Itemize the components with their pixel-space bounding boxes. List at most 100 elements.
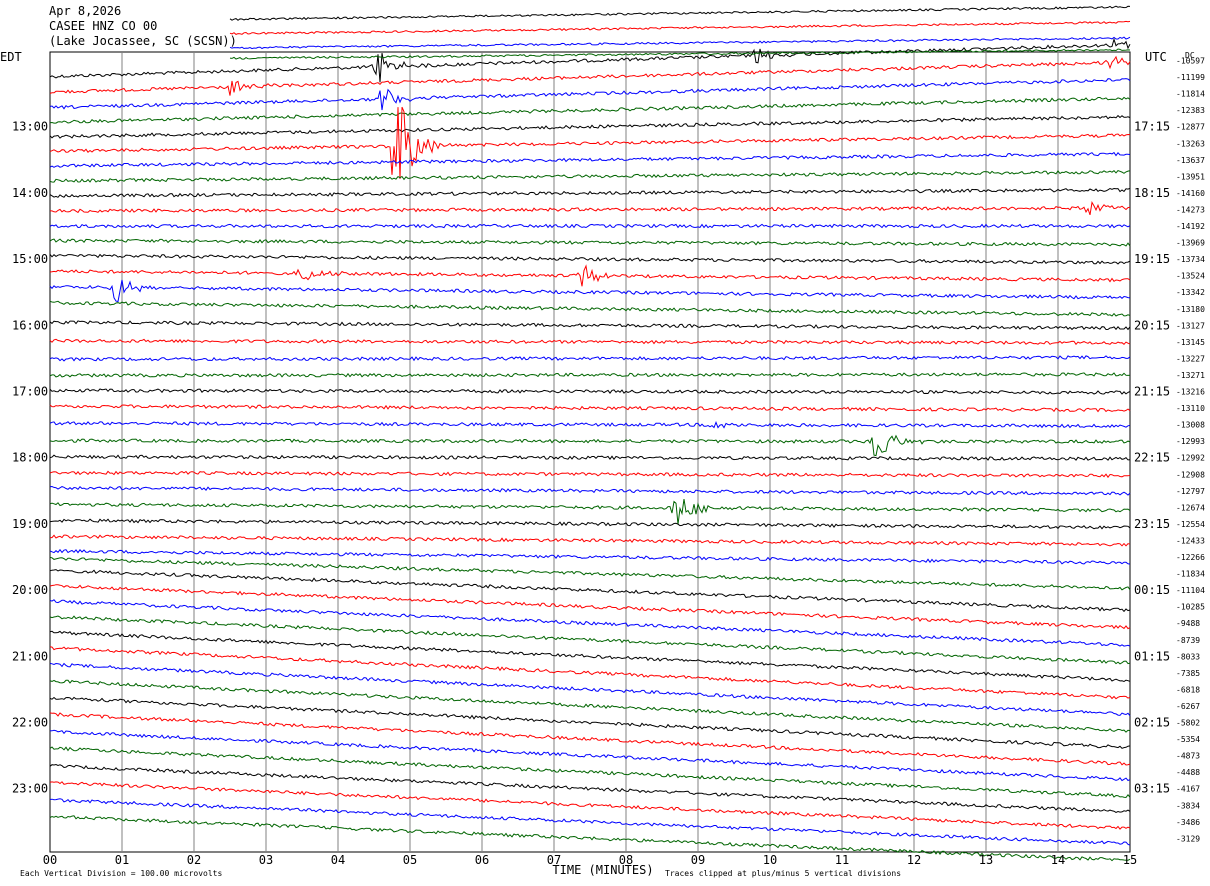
right-hour-label: 03:15	[1134, 782, 1170, 796]
dc-offset-label: -12554	[1176, 520, 1205, 529]
dc-offset-label: -13524	[1176, 272, 1205, 281]
left-hour-label: 17:00	[12, 385, 48, 399]
dc-offset-label: -13110	[1176, 404, 1205, 413]
seismic-trace	[49, 712, 1131, 766]
left-hour-label: 19:00	[12, 517, 48, 531]
dc-offset-label: -6267	[1176, 702, 1200, 711]
x-tick-label: 01	[115, 853, 129, 867]
right-timezone-label: UTC	[1145, 50, 1167, 64]
dc-offset-label: -13008	[1176, 421, 1205, 430]
seismic-trace	[49, 264, 1131, 287]
seismic-trace	[229, 20, 1131, 35]
dc-offset-label: -11104	[1176, 586, 1205, 595]
right-hour-label: 20:15	[1134, 318, 1170, 332]
dc-offset-label: -3129	[1176, 834, 1200, 843]
left-hour-label: 21:00	[12, 649, 48, 663]
seismic-trace	[229, 36, 1131, 50]
dc-offset-label: -13637	[1176, 156, 1205, 165]
x-tick-label: 15	[1123, 853, 1137, 867]
dc-offset-label: -13969	[1176, 239, 1205, 248]
dc-offset-label: -13271	[1176, 371, 1205, 380]
dc-offset-label: -3834	[1176, 801, 1200, 810]
seismic-trace	[49, 187, 1131, 198]
dc-offset-label: -6818	[1176, 685, 1200, 694]
right-hour-label: 01:15	[1134, 649, 1170, 663]
x-tick-label: 09	[691, 853, 705, 867]
seismic-trace	[49, 372, 1131, 378]
x-tick-label: 05	[403, 853, 417, 867]
dc-offset-label: -12908	[1176, 470, 1205, 479]
dc-offset-label: -13227	[1176, 354, 1205, 363]
seismic-trace	[50, 201, 1131, 216]
dc-offset-label: -9488	[1176, 619, 1200, 628]
seismic-trace	[49, 485, 1131, 496]
dc-offset-label: -5354	[1176, 735, 1200, 744]
dc-offset-label: -12877	[1176, 123, 1205, 132]
right-hour-label: 19:15	[1134, 252, 1170, 266]
seismic-trace	[49, 404, 1131, 413]
x-tick-label: 12	[907, 853, 921, 867]
dc-offset-label: -4167	[1176, 785, 1200, 794]
dc-offset-label: -10285	[1176, 603, 1205, 612]
seismic-trace	[49, 815, 1131, 862]
seismic-trace	[229, 48, 1131, 60]
x-tick-label: 02	[187, 853, 201, 867]
left-hour-label: 22:00	[12, 716, 48, 730]
dc-offset-label: -13180	[1176, 305, 1205, 314]
dc-offset-label: -3486	[1176, 818, 1200, 827]
seismic-trace	[49, 253, 1131, 265]
left-hour-label: 23:00	[12, 782, 48, 796]
dc-offset-label: -12383	[1176, 106, 1205, 115]
dc-offset-label: -13951	[1176, 172, 1205, 181]
dc-offset-label: -12433	[1176, 536, 1205, 545]
dc-offset-label: -7385	[1176, 669, 1200, 678]
dc-offset-label: -4873	[1176, 752, 1200, 761]
left-timezone-label: EDT	[0, 50, 22, 64]
dc-offset-label: -12674	[1176, 503, 1205, 512]
seismic-trace	[49, 320, 1131, 331]
dc-offset-label: -13145	[1176, 338, 1205, 347]
dc-offset-label: -5802	[1176, 719, 1200, 728]
seismic-trace	[49, 434, 1131, 457]
seismic-trace	[49, 355, 1131, 362]
seismic-trace	[49, 37, 1131, 83]
left-hour-label: 13:00	[12, 120, 48, 134]
grid	[49, 51, 1131, 853]
left-hour-label: 16:00	[12, 318, 48, 332]
dc-offset-label: -10597	[1176, 57, 1205, 66]
seismic-trace	[49, 518, 1131, 530]
dc-offset-label: -12797	[1176, 487, 1205, 496]
dc-offset-label: -13216	[1176, 388, 1205, 397]
seismic-trace	[49, 548, 1131, 565]
dc-offset-label: -13127	[1176, 321, 1205, 330]
x-tick-label: 11	[835, 853, 849, 867]
seismic-trace	[49, 729, 1131, 782]
seismic-trace	[49, 279, 1131, 303]
x-tick-label: 04	[331, 853, 345, 867]
seismic-trace	[49, 338, 1131, 346]
seismic-trace	[49, 170, 1131, 183]
left-hour-label: 14:00	[12, 186, 48, 200]
seismic-trace	[49, 78, 1131, 111]
left-hour-label: 18:00	[12, 451, 48, 465]
right-hour-label: 23:15	[1134, 517, 1170, 531]
helicorder-chart: EDT UTC DC13:0014:0015:0016:0017:0018:0019…	[0, 5, 1205, 878]
dc-offset-label: -12993	[1176, 437, 1205, 446]
dc-offset-label: -8739	[1176, 636, 1200, 645]
dc-offset-label: -13734	[1176, 255, 1205, 264]
dc-offset-label: -11814	[1176, 90, 1205, 99]
left-hour-label: 20:00	[12, 583, 48, 597]
seismic-trace	[49, 454, 1131, 461]
trace-group	[49, 5, 1131, 862]
right-hour-label: 21:15	[1134, 385, 1170, 399]
seismic-trace	[49, 556, 1131, 591]
right-hour-label: 17:15	[1134, 120, 1170, 134]
dc-offset-label: -13263	[1176, 139, 1205, 148]
dc-offset-label: -12992	[1176, 454, 1205, 463]
right-hour-label: 22:15	[1134, 451, 1170, 465]
seismic-trace	[49, 569, 1131, 613]
seismic-trace	[49, 300, 1131, 317]
seismic-trace	[49, 238, 1131, 247]
left-hour-label: 15:00	[12, 252, 48, 266]
dc-offset-label: -11199	[1176, 73, 1205, 82]
